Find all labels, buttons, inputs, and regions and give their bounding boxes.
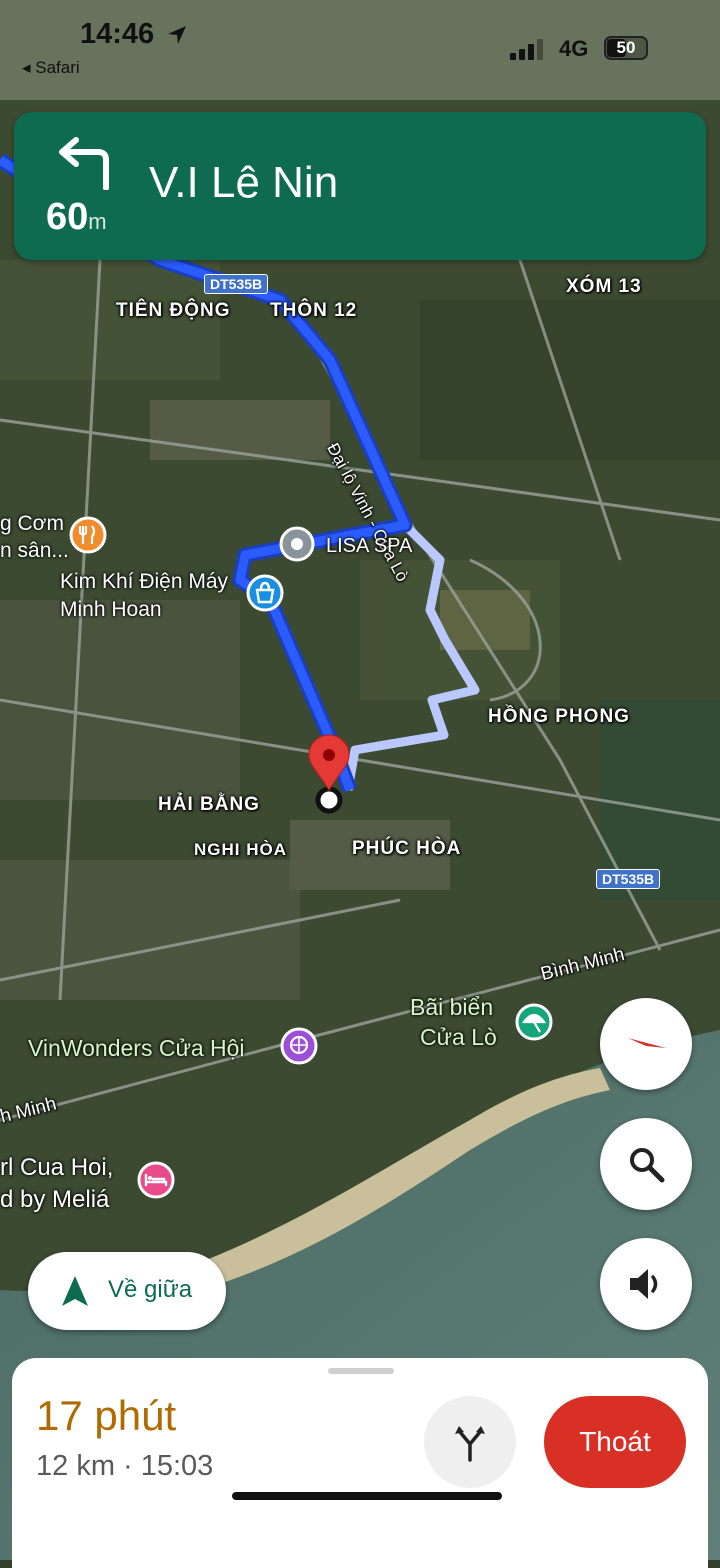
poi-beach-label-1[interactable]: Bãi biển: [410, 994, 493, 1021]
compass-icon: [628, 1038, 666, 1048]
alternate-routes-button[interactable]: [424, 1396, 516, 1488]
network-type: 4G: [559, 36, 589, 61]
status-bar: 14:46 ◂ Safari 4G 50: [0, 0, 720, 100]
label-thon-12: THÔN 12: [270, 300, 358, 321]
volume-icon: [630, 1269, 658, 1299]
label-phuc-hoa: PHÚC HÒA: [352, 838, 462, 859]
road-shield-dt535b-2: DT535B: [596, 869, 661, 889]
battery-level: 50: [616, 38, 636, 57]
restaurant-pin-icon[interactable]: [66, 513, 110, 557]
status-time: 14:46: [80, 18, 155, 50]
distance-value: 60: [46, 196, 89, 238]
cellular-signal-icon: [510, 38, 546, 60]
poi-restaurant-label-2[interactable]: n sân...: [0, 537, 69, 564]
search-button[interactable]: [600, 1118, 692, 1210]
poi-hotel-label-2[interactable]: d by Meliá: [0, 1186, 109, 1213]
poi-beach-label-2[interactable]: Cửa Lò: [420, 1024, 497, 1051]
sound-button[interactable]: [600, 1238, 692, 1330]
maneuver-distance: 60m: [46, 196, 107, 239]
battery-icon: 50: [604, 36, 648, 60]
sheet-drag-handle[interactable]: [328, 1368, 394, 1374]
poi-lisa-spa-label[interactable]: LISA SPA: [326, 533, 412, 560]
distance-unit: m: [88, 209, 107, 234]
next-street-name: V.I Lê Nin: [149, 158, 339, 207]
label-xom-13: XÓM 13: [566, 276, 642, 297]
home-indicator[interactable]: [232, 1492, 502, 1500]
location-arrow-icon: [168, 26, 186, 44]
recenter-button[interactable]: Về giữa: [28, 1252, 226, 1330]
exit-navigation-button[interactable]: Thoát: [544, 1396, 686, 1488]
label-hai-bang: HẢI BẰNG: [158, 794, 260, 815]
shopping-pin-icon[interactable]: [244, 572, 286, 614]
trip-distance-arrival: 12 km · 15:03: [36, 1450, 214, 1482]
route-fork-icon: [455, 1426, 485, 1462]
generic-place-pin-icon[interactable]: [277, 524, 317, 564]
recenter-label: Về giữa: [108, 1276, 193, 1303]
trip-duration: 17 phút: [36, 1392, 177, 1439]
poi-hotel-label-1[interactable]: rl Cua Hoi,: [0, 1154, 113, 1181]
back-to-safari-link[interactable]: ◂ Safari: [22, 58, 80, 78]
poi-kimkhi-label-1[interactable]: Kim Khí Điện Máy: [60, 568, 228, 595]
road-shield-dt535b: DT535B: [204, 274, 269, 294]
label-hong-phong: HỒNG PHONG: [488, 706, 630, 727]
label-tien-dong: TIÊN ĐỘNG: [116, 300, 231, 321]
turn-left-icon: [59, 137, 109, 190]
trip-summary-sheet[interactable]: 17 phút 12 km · 15:03 Thoát: [12, 1358, 708, 1568]
compass-button[interactable]: [600, 998, 692, 1090]
search-icon: [630, 1148, 665, 1183]
poi-restaurant-label-1[interactable]: g Cơm: [0, 510, 64, 537]
amusement-park-pin-icon[interactable]: [278, 1025, 320, 1067]
label-nghi-hoa: NGHI HÒA: [194, 840, 287, 859]
navigation-arrow-icon: [62, 1276, 88, 1306]
poi-kimkhi-label-2[interactable]: Minh Hoan: [60, 596, 162, 623]
navigation-instruction-banner[interactable]: 60m V.I Lê Nin: [14, 112, 706, 260]
poi-vinwonders-label[interactable]: VinWonders Cửa Hội: [28, 1035, 245, 1062]
hotel-pin-icon[interactable]: [134, 1158, 178, 1202]
beach-pin-icon[interactable]: [512, 1000, 556, 1044]
